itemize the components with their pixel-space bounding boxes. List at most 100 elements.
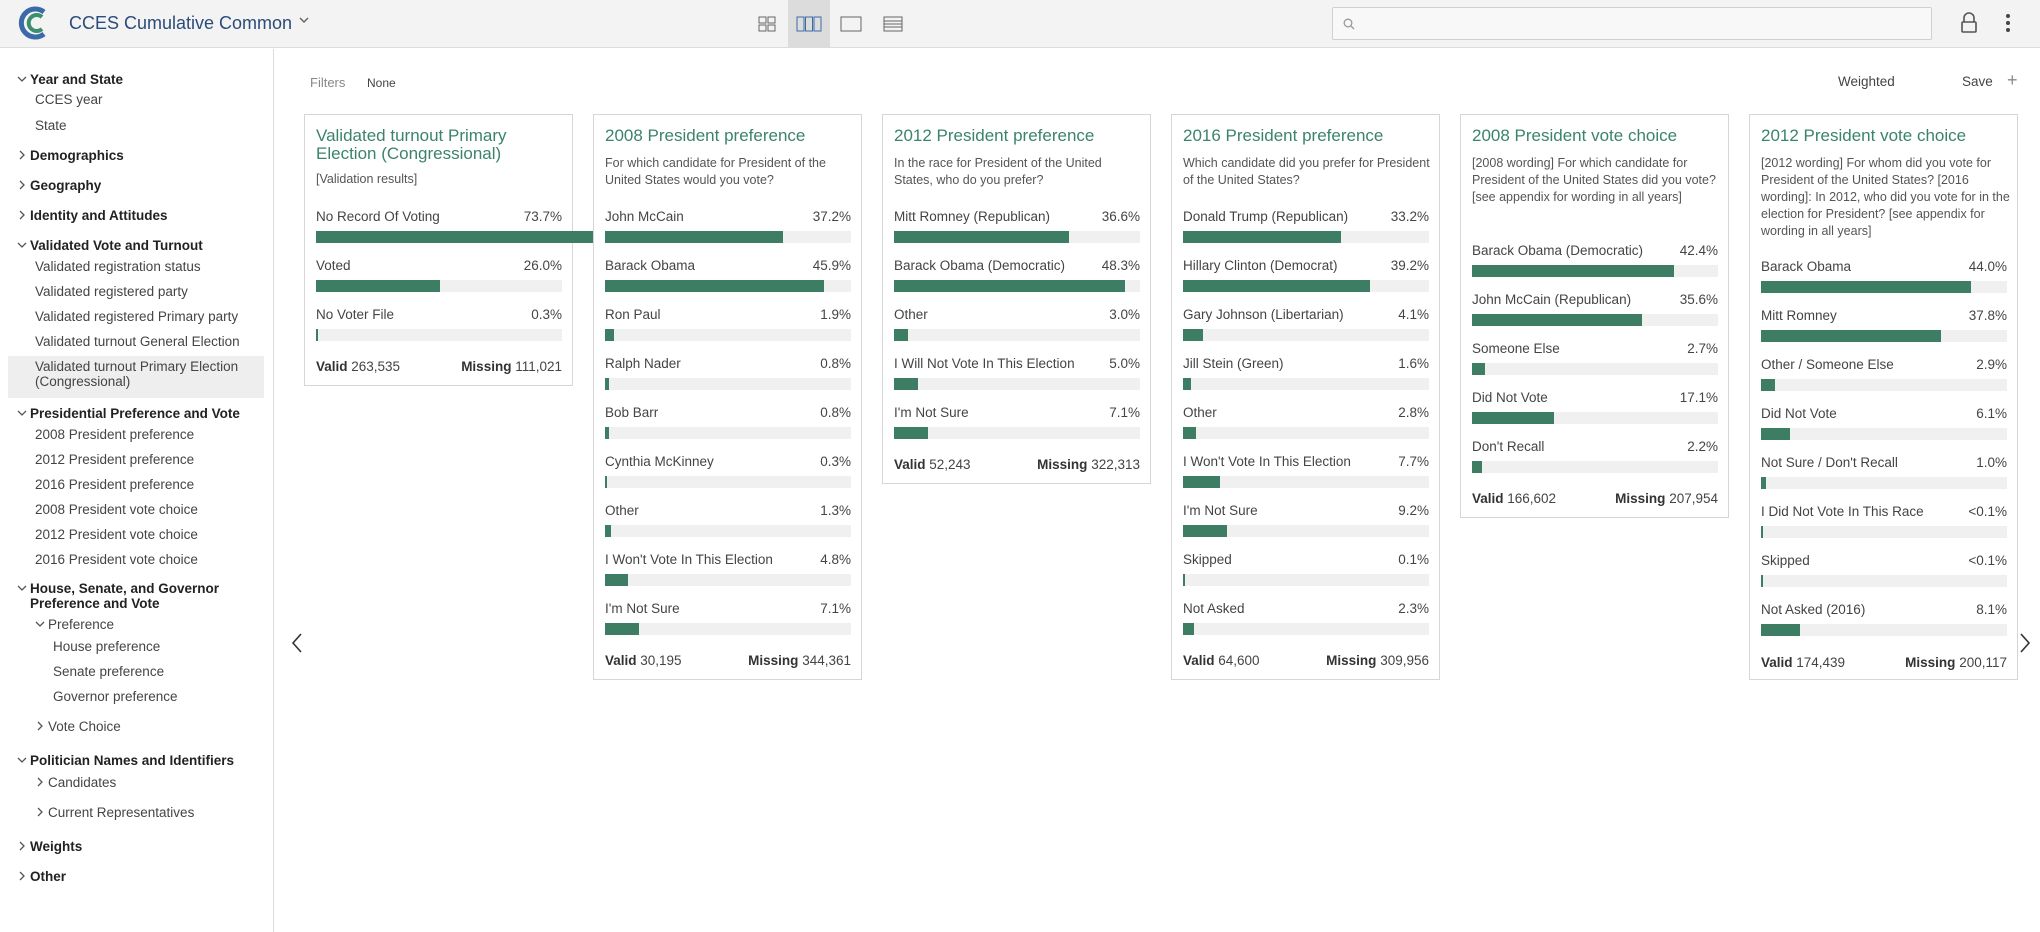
sidebar-group[interactable]: Politician Names and Identifiers: [30, 753, 234, 768]
category-row[interactable]: Ron Paul 1.9%: [605, 307, 851, 343]
sidebar-item[interactable]: Validated turnout Primary Election (Cong…: [35, 359, 265, 389]
chevron-left-icon[interactable]: [290, 632, 304, 654]
category-row[interactable]: Skipped <0.1%: [1761, 553, 2007, 589]
sidebar-group[interactable]: Identity and Attitudes: [30, 208, 168, 223]
card-title[interactable]: 2012 President preference: [894, 127, 1144, 145]
sidebar-item[interactable]: Validated turnout General Election: [35, 334, 265, 349]
category-row[interactable]: I Did Not Vote In This Race <0.1%: [1761, 504, 2007, 540]
category-row[interactable]: No Record Of Voting 73.7%: [316, 209, 668, 245]
filters-value[interactable]: None: [367, 76, 396, 90]
sidebar-item[interactable]: House preference: [53, 639, 160, 654]
category-row[interactable]: John McCain (Republican) 35.6%: [1472, 292, 1718, 328]
chevron-down-icon[interactable]: [17, 755, 27, 768]
category-row[interactable]: Other 1.3%: [605, 503, 851, 539]
category-row[interactable]: Did Not Vote 17.1%: [1472, 390, 1718, 426]
category-row[interactable]: Not Asked 2.3%: [1183, 601, 1429, 637]
card-title[interactable]: 2008 President vote choice: [1472, 127, 1722, 145]
sidebar-group[interactable]: Weights: [30, 839, 82, 854]
lock-icon[interactable]: [1960, 12, 1978, 34]
sidebar-item[interactable]: Candidates: [48, 775, 116, 790]
sidebar-group[interactable]: Other: [30, 869, 66, 884]
category-row[interactable]: John McCain 37.2%: [605, 209, 851, 245]
category-row[interactable]: Donald Trump (Republican) 33.2%: [1183, 209, 1429, 245]
category-row[interactable]: Mitt Romney (Republican) 36.6%: [894, 209, 1140, 245]
chevron-right-icon[interactable]: [17, 180, 27, 193]
category-row[interactable]: Don't Recall 2.2%: [1472, 439, 1718, 475]
sidebar-item[interactable]: 2008 President vote choice: [35, 502, 198, 517]
category-row[interactable]: Voted 26.0%: [316, 258, 562, 294]
sidebar-item[interactable]: Senate preference: [53, 664, 164, 679]
category-row[interactable]: Other / Someone Else 2.9%: [1761, 357, 2007, 393]
sidebar-item[interactable]: 2012 President vote choice: [35, 527, 198, 542]
chevron-right-icon[interactable]: [17, 841, 27, 854]
sidebar-group[interactable]: Geography: [30, 178, 101, 193]
add-button[interactable]: +: [2007, 70, 2018, 91]
category-row[interactable]: I'm Not Sure 9.2%: [1183, 503, 1429, 539]
category-row[interactable]: Hillary Clinton (Democrat) 39.2%: [1183, 258, 1429, 294]
variable-card[interactable]: 2008 President vote choice [2008 wording]…: [1460, 114, 1729, 518]
sidebar-group[interactable]: House, Senate, and Governor Preference a…: [30, 581, 260, 611]
sidebar-item[interactable]: 2016 President vote choice: [35, 552, 198, 567]
more-menu-icon[interactable]: [2004, 12, 2012, 34]
card-title[interactable]: 2008 President preference: [605, 127, 855, 145]
category-row[interactable]: Mitt Romney 37.8%: [1761, 308, 2007, 344]
sidebar-item[interactable]: 2008 President preference: [35, 427, 194, 442]
category-row[interactable]: Jill Stein (Green) 1.6%: [1183, 356, 1429, 392]
sidebar-item[interactable]: Validated registration status: [35, 259, 201, 274]
chevron-right-icon[interactable]: [17, 150, 27, 163]
category-row[interactable]: Barack Obama (Democratic) 42.4%: [1472, 243, 1718, 279]
save-button[interactable]: Save: [1962, 74, 1993, 89]
category-row[interactable]: Did Not Vote 6.1%: [1761, 406, 2007, 442]
variable-card[interactable]: 2008 President preference For which candi…: [593, 114, 862, 680]
sidebar-item[interactable]: Validated registered Primary party: [35, 309, 265, 324]
chevron-down-icon[interactable]: [17, 240, 27, 253]
grid-view-button[interactable]: [746, 0, 788, 48]
table-view-button[interactable]: [872, 0, 914, 48]
sidebar-group[interactable]: Demographics: [30, 148, 124, 163]
category-row[interactable]: Someone Else 2.7%: [1472, 341, 1718, 377]
category-row[interactable]: I Won't Vote In This Election 7.7%: [1183, 454, 1429, 490]
chevron-right-icon[interactable]: [35, 807, 45, 820]
category-row[interactable]: Gary Johnson (Libertarian) 4.1%: [1183, 307, 1429, 343]
columns-view-button[interactable]: [788, 0, 830, 48]
category-row[interactable]: Not Sure / Don't Recall 1.0%: [1761, 455, 2007, 491]
category-row[interactable]: Skipped 0.1%: [1183, 552, 1429, 588]
sidebar-item[interactable]: Vote Choice: [48, 719, 121, 734]
sidebar-group[interactable]: Presidential Preference and Vote: [30, 406, 240, 421]
chevron-down-icon[interactable]: [17, 74, 27, 87]
card-title[interactable]: Validated turnout Primary Election (Cong…: [316, 127, 566, 163]
search-input[interactable]: [1332, 7, 1932, 40]
chevron-right-icon[interactable]: [17, 210, 27, 223]
single-view-button[interactable]: [830, 0, 872, 48]
chevron-down-icon[interactable]: [17, 408, 27, 421]
sidebar-group[interactable]: Validated Vote and Turnout: [30, 238, 203, 253]
chevron-down-icon[interactable]: [17, 583, 27, 596]
sidebar-item[interactable]: Validated registered party: [35, 284, 188, 299]
variable-card[interactable]: 2012 President vote choice [2012 wording]…: [1749, 114, 2018, 680]
category-row[interactable]: Barack Obama 44.0%: [1761, 259, 2007, 295]
variable-card[interactable]: 2016 President preference Which candidate…: [1171, 114, 1440, 680]
weighted-toggle[interactable]: Weighted: [1838, 74, 1895, 89]
category-row[interactable]: I'm Not Sure 7.1%: [605, 601, 851, 637]
sidebar-item[interactable]: CCES year: [35, 92, 103, 107]
chevron-right-icon[interactable]: [35, 721, 45, 734]
card-title[interactable]: 2016 President preference: [1183, 127, 1433, 145]
category-row[interactable]: No Voter File 0.3%: [316, 307, 562, 343]
sidebar-item[interactable]: 2016 President preference: [35, 477, 194, 492]
category-row[interactable]: I Will Not Vote In This Election 5.0%: [894, 356, 1140, 392]
app-title[interactable]: CCES Cumulative Common: [69, 13, 292, 34]
variable-card[interactable]: 2012 President preference In the race for…: [882, 114, 1151, 484]
sidebar-group[interactable]: Year and State: [30, 72, 123, 87]
category-row[interactable]: Other 3.0%: [894, 307, 1140, 343]
category-row[interactable]: Barack Obama 45.9%: [605, 258, 851, 294]
chevron-down-icon[interactable]: [298, 14, 310, 29]
variable-card[interactable]: Validated turnout Primary Election (Cong…: [304, 114, 668, 386]
sidebar-item[interactable]: Governor preference: [53, 689, 178, 704]
sidebar-item[interactable]: Current Representatives: [48, 805, 194, 820]
sidebar-item[interactable]: 2012 President preference: [35, 452, 194, 467]
sidebar-item[interactable]: State: [35, 118, 67, 133]
category-row[interactable]: I'm Not Sure 7.1%: [894, 405, 1140, 441]
category-row[interactable]: Cynthia McKinney 0.3%: [605, 454, 851, 490]
category-row[interactable]: I Won't Vote In This Election 4.8%: [605, 552, 851, 588]
category-row[interactable]: Not Asked (2016) 8.1%: [1761, 602, 2007, 638]
